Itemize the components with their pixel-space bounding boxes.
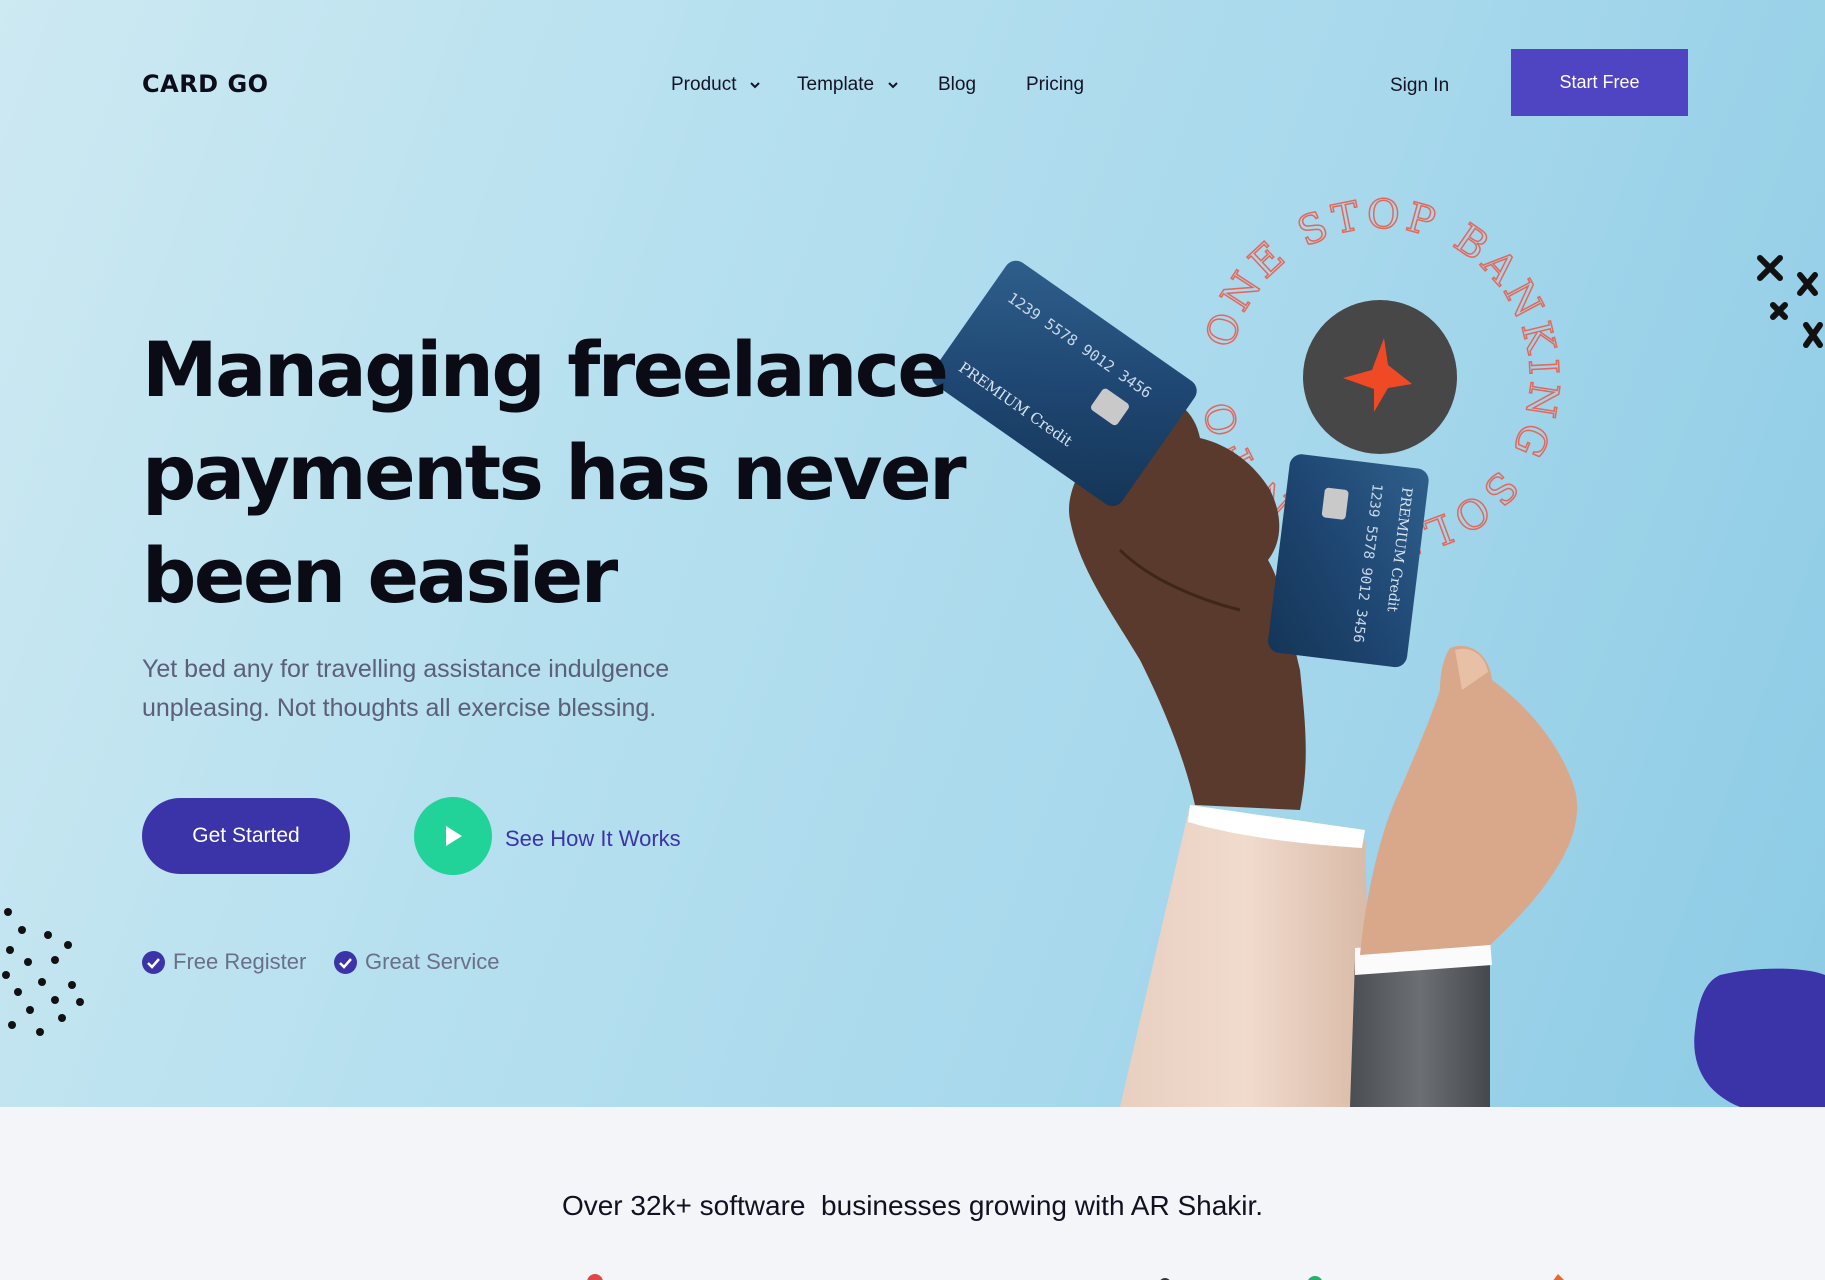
subtitle-line: unpleasing. Not thoughts all exercise bl… <box>142 694 657 722</box>
nav-item-label: Pricing <box>1026 74 1085 95</box>
nav-item-label: Blog <box>938 74 977 95</box>
subtitle-line: Yet bed any for travelling assistance in… <box>142 655 670 683</box>
trust-statement: Over 32k+ software businesses growing wi… <box>561 1190 1264 1221</box>
nav-item-template[interactable]: Template <box>797 74 900 96</box>
start-free-button[interactable]: Start Free <box>1511 49 1688 116</box>
check-circle-icon <box>334 950 357 974</box>
feature-check-free-register: Free Register <box>142 949 306 975</box>
headline-line: payments has never <box>142 428 967 517</box>
see-how-it-works-link[interactable]: See How It Works <box>505 826 681 852</box>
feature-label: Great Service <box>365 949 500 974</box>
nav-item-label: Product <box>671 74 737 95</box>
headline-line: Managing freelance <box>142 325 949 414</box>
feature-check-great-service: Great Service <box>334 949 500 975</box>
credit-card-right: 1239 5578 9012 3456 PREMIUM Credit <box>1268 454 1429 668</box>
nav-item-blog[interactable]: Blog <box>938 74 976 96</box>
partner-logos-strip <box>587 1274 1564 1280</box>
brand-logo[interactable]: CARD GO <box>142 70 269 98</box>
sign-in-link[interactable]: Sign In <box>1390 75 1449 97</box>
play-button[interactable] <box>414 797 492 875</box>
feature-label: Free Register <box>173 949 307 974</box>
hero-subtitle: Yet bed any for travelling assistance in… <box>142 650 762 728</box>
play-icon <box>446 826 462 846</box>
left-sleeve <box>1120 805 1372 1107</box>
hero-headline: Managing freelance payments has never be… <box>142 318 967 627</box>
crosses-decoration <box>1757 255 1823 348</box>
nav-item-product[interactable]: Product <box>671 74 762 96</box>
dots-decoration <box>2 908 84 1036</box>
get-started-button[interactable]: Get Started <box>142 798 350 874</box>
right-sleeve <box>1350 955 1490 1107</box>
blob-decoration <box>1694 968 1825 1107</box>
chevron-down-icon <box>748 78 762 92</box>
headline-line: been easier <box>142 531 618 620</box>
chevron-down-icon <box>886 78 900 92</box>
nav-item-pricing[interactable]: Pricing <box>1026 74 1084 96</box>
hero-section: ONE STOP BANKING SOLUTION FOR 1239 5578 … <box>0 0 1825 1107</box>
check-circle-icon <box>142 950 165 974</box>
nav-item-label: Template <box>797 74 875 95</box>
right-hand <box>1360 645 1578 955</box>
